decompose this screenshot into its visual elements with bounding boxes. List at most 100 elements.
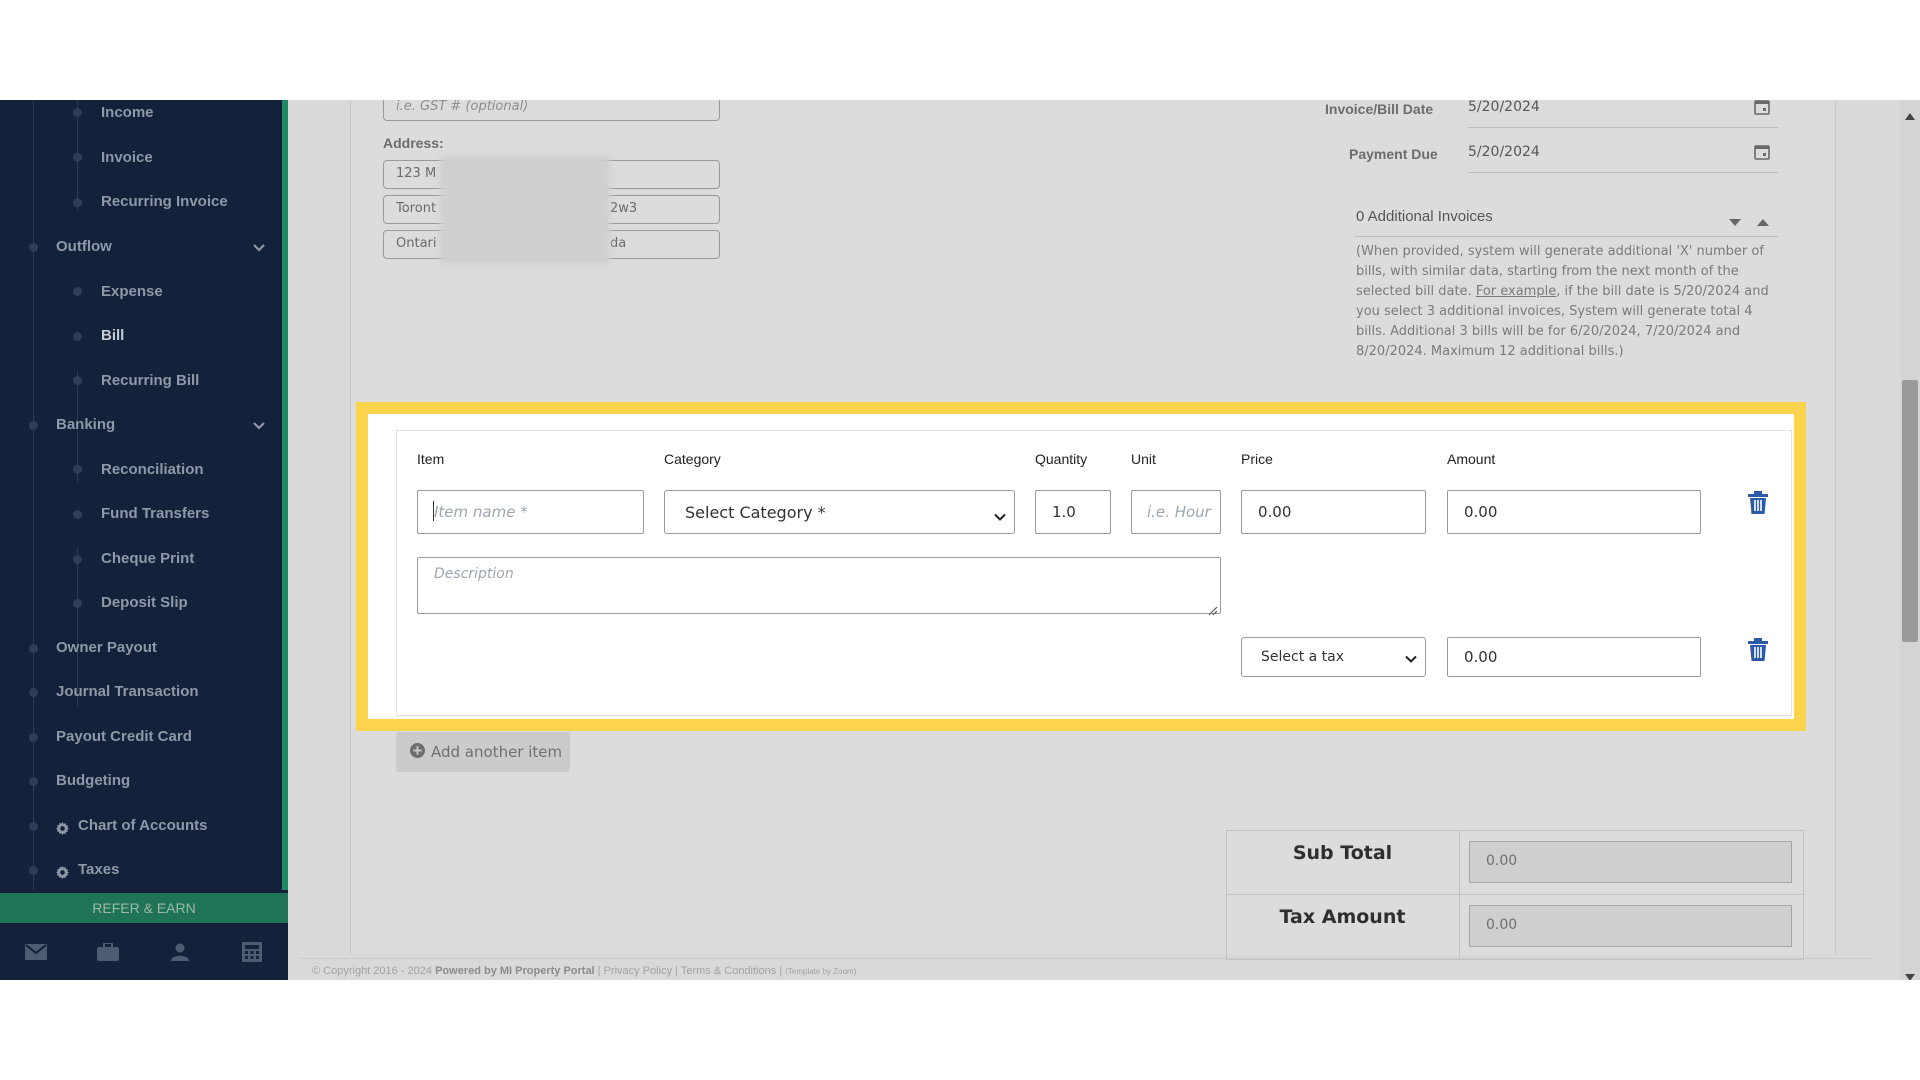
scroll-up-icon[interactable] xyxy=(1905,105,1915,124)
nav-bullet xyxy=(29,644,38,653)
sidebar: Income Invoice Recurring Invoice Outflow… xyxy=(0,100,288,980)
invoice-date-field[interactable]: 5/20/2024 xyxy=(1468,100,1778,128)
sidebar-item-owner-payout[interactable]: Owner Payout xyxy=(56,639,157,656)
calendar-icon[interactable] xyxy=(1754,144,1770,160)
terms-link[interactable]: Terms & Conditions xyxy=(681,965,776,977)
sidebar-item-banking[interactable]: Banking xyxy=(56,416,115,433)
additional-invoices-value: 0 Additional Invoices xyxy=(1356,208,1493,225)
unit-input[interactable]: i.e. Hour xyxy=(1131,490,1221,534)
sidebar-item-deposit-slip[interactable]: Deposit Slip xyxy=(101,594,188,611)
calendar-icon[interactable] xyxy=(1754,100,1770,115)
address-label: Address: xyxy=(383,135,444,151)
sidebar-item-expense[interactable]: Expense xyxy=(101,283,163,300)
trash-icon[interactable] xyxy=(1747,491,1769,515)
nav-bullet xyxy=(29,822,38,831)
tax-amount-total: 0.00 xyxy=(1469,905,1792,947)
sidebar-item-invoice[interactable]: Invoice xyxy=(101,149,153,166)
tax-select[interactable]: Select a tax xyxy=(1241,637,1426,677)
nav-bullet xyxy=(29,243,38,252)
unit-header: Unit xyxy=(1131,451,1156,467)
invoice-date-value: 5/20/2024 xyxy=(1468,100,1540,115)
resize-handle-icon[interactable] xyxy=(1208,601,1218,620)
privacy-policy-link[interactable]: Privacy Policy xyxy=(604,965,672,977)
sidebar-item-outflow[interactable]: Outflow xyxy=(56,238,112,255)
gear-icon xyxy=(56,820,69,835)
tax-select-value: Select a tax xyxy=(1261,649,1345,665)
item-name-input[interactable]: Item name * xyxy=(417,490,644,534)
scrollbar-thumb[interactable] xyxy=(1902,380,1918,642)
quantity-input[interactable]: 1.0 xyxy=(1035,490,1111,534)
nav-bullet xyxy=(73,153,82,162)
sidebar-item-fund-transfers[interactable]: Fund Transfers xyxy=(101,505,209,522)
copyright-text: © Copyright 2016 - 2024 xyxy=(312,965,433,977)
nav-bullet xyxy=(29,421,38,430)
calculator-icon[interactable] xyxy=(216,923,288,980)
category-select[interactable]: Select Category * xyxy=(664,490,1015,534)
sidebar-item-bill[interactable]: Bill xyxy=(101,327,124,344)
nav-bullet xyxy=(73,376,82,385)
sidebar-item-taxes[interactable]: Taxes xyxy=(78,861,119,878)
sidebar-item-payout-credit-card[interactable]: Payout Credit Card xyxy=(56,728,192,745)
subtotal-label: Sub Total xyxy=(1292,842,1393,864)
briefcase-icon[interactable] xyxy=(72,923,144,980)
user-icon[interactable] xyxy=(144,923,216,980)
nav-bullet xyxy=(73,198,82,207)
price-header: Price xyxy=(1241,451,1273,467)
caret-down-icon[interactable] xyxy=(1729,212,1741,231)
payment-due-value: 5/20/2024 xyxy=(1468,144,1540,160)
add-another-item-label: Add another item xyxy=(431,743,563,761)
scroll-down-icon[interactable] xyxy=(1905,966,1915,980)
item-header: Item xyxy=(417,451,445,467)
nav-bullet xyxy=(73,332,82,341)
additional-invoices-note: (When provided, system will generate add… xyxy=(1356,244,1769,359)
nav-bullet xyxy=(73,465,82,474)
sidebar-item-recurring-bill[interactable]: Recurring Bill xyxy=(101,372,199,389)
nav-bullet xyxy=(29,688,38,697)
plus-circle-icon xyxy=(410,742,425,762)
totals-divider xyxy=(1226,894,1804,895)
add-another-item-button[interactable]: Add another item xyxy=(396,732,570,772)
nav-bullet xyxy=(73,555,82,564)
sidebar-item-recurring-invoice[interactable]: Recurring Invoice xyxy=(101,193,228,210)
gear-icon xyxy=(56,864,69,879)
sidebar-item-journal-transaction[interactable]: Journal Transaction xyxy=(56,683,199,700)
redacted-address xyxy=(440,156,610,264)
nav-bullet xyxy=(73,510,82,519)
example-link[interactable]: For example xyxy=(1476,284,1556,299)
category-select-value: Select Category * xyxy=(685,503,826,522)
sidebar-item-chart-of-accounts[interactable]: Chart of Accounts xyxy=(78,817,207,834)
text-cursor xyxy=(433,501,434,521)
price-input[interactable]: 0.00 xyxy=(1241,490,1426,534)
vendor-tax-input[interactable]: i.e. GST # (optional) xyxy=(383,100,720,121)
page-footer: © Copyright 2016 - 2024 Powered by MI Pr… xyxy=(300,958,1870,980)
totals-divider xyxy=(1459,830,1460,960)
sidebar-tree-line xyxy=(33,100,34,890)
chevron-down-icon[interactable] xyxy=(252,243,266,253)
chevron-down-icon xyxy=(1405,652,1417,668)
tax-amount-label: Tax Amount xyxy=(1279,906,1406,928)
caret-up-icon[interactable] xyxy=(1757,212,1769,231)
mail-icon[interactable] xyxy=(0,923,72,980)
description-textarea[interactable]: Description xyxy=(417,557,1221,614)
sidebar-item-cheque-print[interactable]: Cheque Print xyxy=(101,550,194,567)
additional-invoices-stepper[interactable]: 0 Additional Invoices xyxy=(1355,198,1778,237)
powered-by-link[interactable]: Powered by MI Property Portal xyxy=(435,965,595,977)
nav-bullet xyxy=(29,733,38,742)
sidebar-item-income[interactable]: Income xyxy=(101,104,154,121)
trash-icon[interactable] xyxy=(1747,638,1769,662)
amount-input[interactable]: 0.00 xyxy=(1447,490,1701,534)
chevron-down-icon[interactable] xyxy=(252,421,266,431)
app-viewport: Income Invoice Recurring Invoice Outflow… xyxy=(0,100,1920,980)
tax-amount-input[interactable]: 0.00 xyxy=(1447,637,1701,677)
sidebar-item-budgeting[interactable]: Budgeting xyxy=(56,772,130,789)
amount-header: Amount xyxy=(1447,451,1496,467)
nav-bullet xyxy=(73,108,82,117)
sidebar-item-reconciliation[interactable]: Reconciliation xyxy=(101,461,204,478)
payment-due-field[interactable]: 5/20/2024 xyxy=(1468,133,1778,173)
refer-earn-button[interactable]: REFER & EARN xyxy=(0,893,288,923)
invoice-date-label: Invoice/Bill Date xyxy=(1325,101,1434,117)
nav-bullet xyxy=(29,777,38,786)
nav-bullet xyxy=(29,866,38,875)
sidebar-bottom-bar xyxy=(0,923,288,980)
category-header: Category xyxy=(664,451,721,467)
